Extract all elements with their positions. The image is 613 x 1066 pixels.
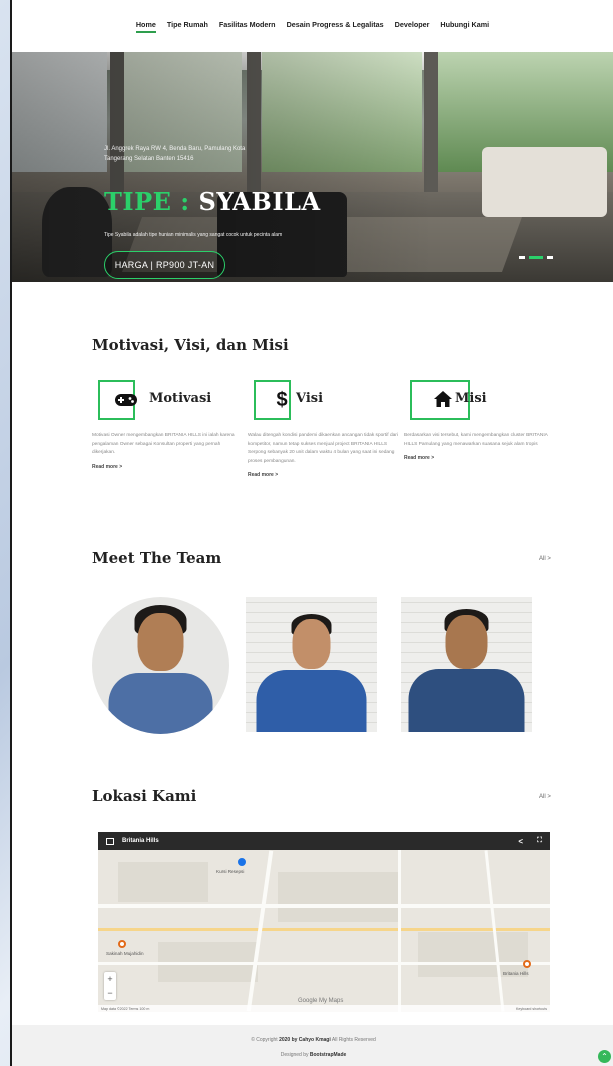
location-section-title: Lokasi Kami bbox=[92, 787, 197, 805]
map-pin-britania[interactable] bbox=[523, 960, 531, 968]
back-to-top-button[interactable]: ⌃ bbox=[598, 1050, 611, 1063]
team-member-2-photo bbox=[246, 597, 377, 732]
price-button[interactable]: HARGA | RP900 JT-AN bbox=[104, 251, 225, 279]
misi-card: Misi Berdasarkan visi tersebut, kami men… bbox=[404, 380, 554, 461]
map-header-bar: Britania Hills < ⛶ bbox=[98, 832, 550, 850]
hero-carousel: Jl. Anggrek Raya RW 4, Benda Baru, Pamul… bbox=[12, 52, 613, 282]
copyright-text: © Copyright 2020 by Cahyo Kmagi All Righ… bbox=[251, 1037, 376, 1043]
zoom-in-button[interactable]: + bbox=[107, 974, 112, 984]
dollar-icon: $ bbox=[276, 389, 288, 411]
nav-fasilitas-modern[interactable]: Fasilitas Modern bbox=[219, 20, 276, 33]
visi-text: Walau ditengah kondisi pandemi dikaenkan… bbox=[248, 433, 398, 464]
map-pin-orange[interactable] bbox=[118, 940, 126, 948]
carousel-dot-3[interactable] bbox=[547, 256, 553, 259]
map-title: Britania Hills bbox=[122, 838, 159, 844]
visi-read-more-link[interactable]: Read more > bbox=[248, 472, 398, 478]
hero-description: Tipe Syabila adalah tipe hunian minimali… bbox=[104, 232, 283, 238]
map-place-label-3: Britania Hills bbox=[503, 971, 529, 976]
motivasi-text: Motivasi Owner mengembangkan BRITANIA HI… bbox=[92, 433, 235, 456]
misi-label: Misi bbox=[455, 391, 487, 406]
mission-section-title: Motivasi, Visi, dan Misi bbox=[92, 336, 289, 354]
share-icon[interactable]: < bbox=[518, 837, 523, 846]
map-footer: Map data ©2022 Terms 100 m Keyboard shor… bbox=[98, 1005, 550, 1012]
location-all-link[interactable]: All > bbox=[539, 794, 551, 800]
map-zoom-control: + − bbox=[104, 972, 116, 1000]
team-section-title: Meet The Team bbox=[92, 549, 222, 567]
nav-developer[interactable]: Developer bbox=[395, 20, 430, 33]
embedded-map[interactable]: Britania Hills < ⛶ Kursi Resepsi Sakinah… bbox=[98, 832, 550, 1012]
team-all-link[interactable]: All > bbox=[539, 556, 551, 562]
team-member-3-photo bbox=[401, 597, 532, 732]
google-logo: Google My Maps bbox=[298, 998, 344, 1004]
hero-title: TIPE : SYABILA bbox=[104, 187, 321, 216]
misi-read-more-link[interactable]: Read more > bbox=[404, 455, 554, 461]
carousel-indicators bbox=[519, 256, 553, 259]
motivasi-label: Motivasi bbox=[149, 391, 212, 406]
zoom-out-button[interactable]: − bbox=[107, 988, 112, 998]
hero-address: Jl. Anggrek Raya RW 4, Benda Baru, Pamul… bbox=[104, 146, 246, 162]
footer: © Copyright 2020 by Cahyo Kmagi All Righ… bbox=[12, 1025, 613, 1066]
nav-desain-progress-legalitas[interactable]: Desain Progress & Legalitas bbox=[287, 20, 384, 33]
map-place-label-1: Kursi Resepsi bbox=[216, 869, 245, 874]
page: Home Tipe Rumah Fasilitas Modern Desain … bbox=[10, 0, 613, 1066]
carousel-dot-2[interactable] bbox=[529, 256, 543, 259]
nav-home[interactable]: Home bbox=[135, 20, 156, 33]
map-place-label-2: Sakinah Mujahidin bbox=[106, 951, 144, 956]
visi-card: $ Visi Walau ditengah kondisi pandemi di… bbox=[248, 380, 398, 478]
nav-tipe-rumah[interactable]: Tipe Rumah bbox=[167, 20, 208, 33]
carousel-dot-1[interactable] bbox=[519, 256, 525, 259]
team-member-1-photo bbox=[92, 597, 229, 734]
map-pin-blue[interactable] bbox=[238, 858, 246, 866]
motivasi-read-more-link[interactable]: Read more > bbox=[92, 464, 242, 470]
misi-text: Berdasarkan visi tersebut, kami mengemba… bbox=[404, 433, 548, 447]
motivasi-card: Motivasi Motivasi Owner mengembangkan BR… bbox=[92, 380, 242, 470]
top-nav: Home Tipe Rumah Fasilitas Modern Desain … bbox=[12, 0, 613, 52]
gamepad-icon bbox=[115, 390, 137, 410]
map-sidebar-icon[interactable] bbox=[106, 837, 114, 845]
designed-by-text: Designed by BootstrapMade bbox=[280, 1052, 347, 1058]
visi-label: Visi bbox=[296, 391, 324, 406]
fullscreen-icon[interactable]: ⛶ bbox=[537, 837, 542, 845]
home-icon bbox=[432, 390, 454, 410]
designer-link[interactable]: BootstrapMade bbox=[310, 1052, 346, 1058]
nav-hubungi-kami[interactable]: Hubungi Kami bbox=[440, 20, 489, 33]
